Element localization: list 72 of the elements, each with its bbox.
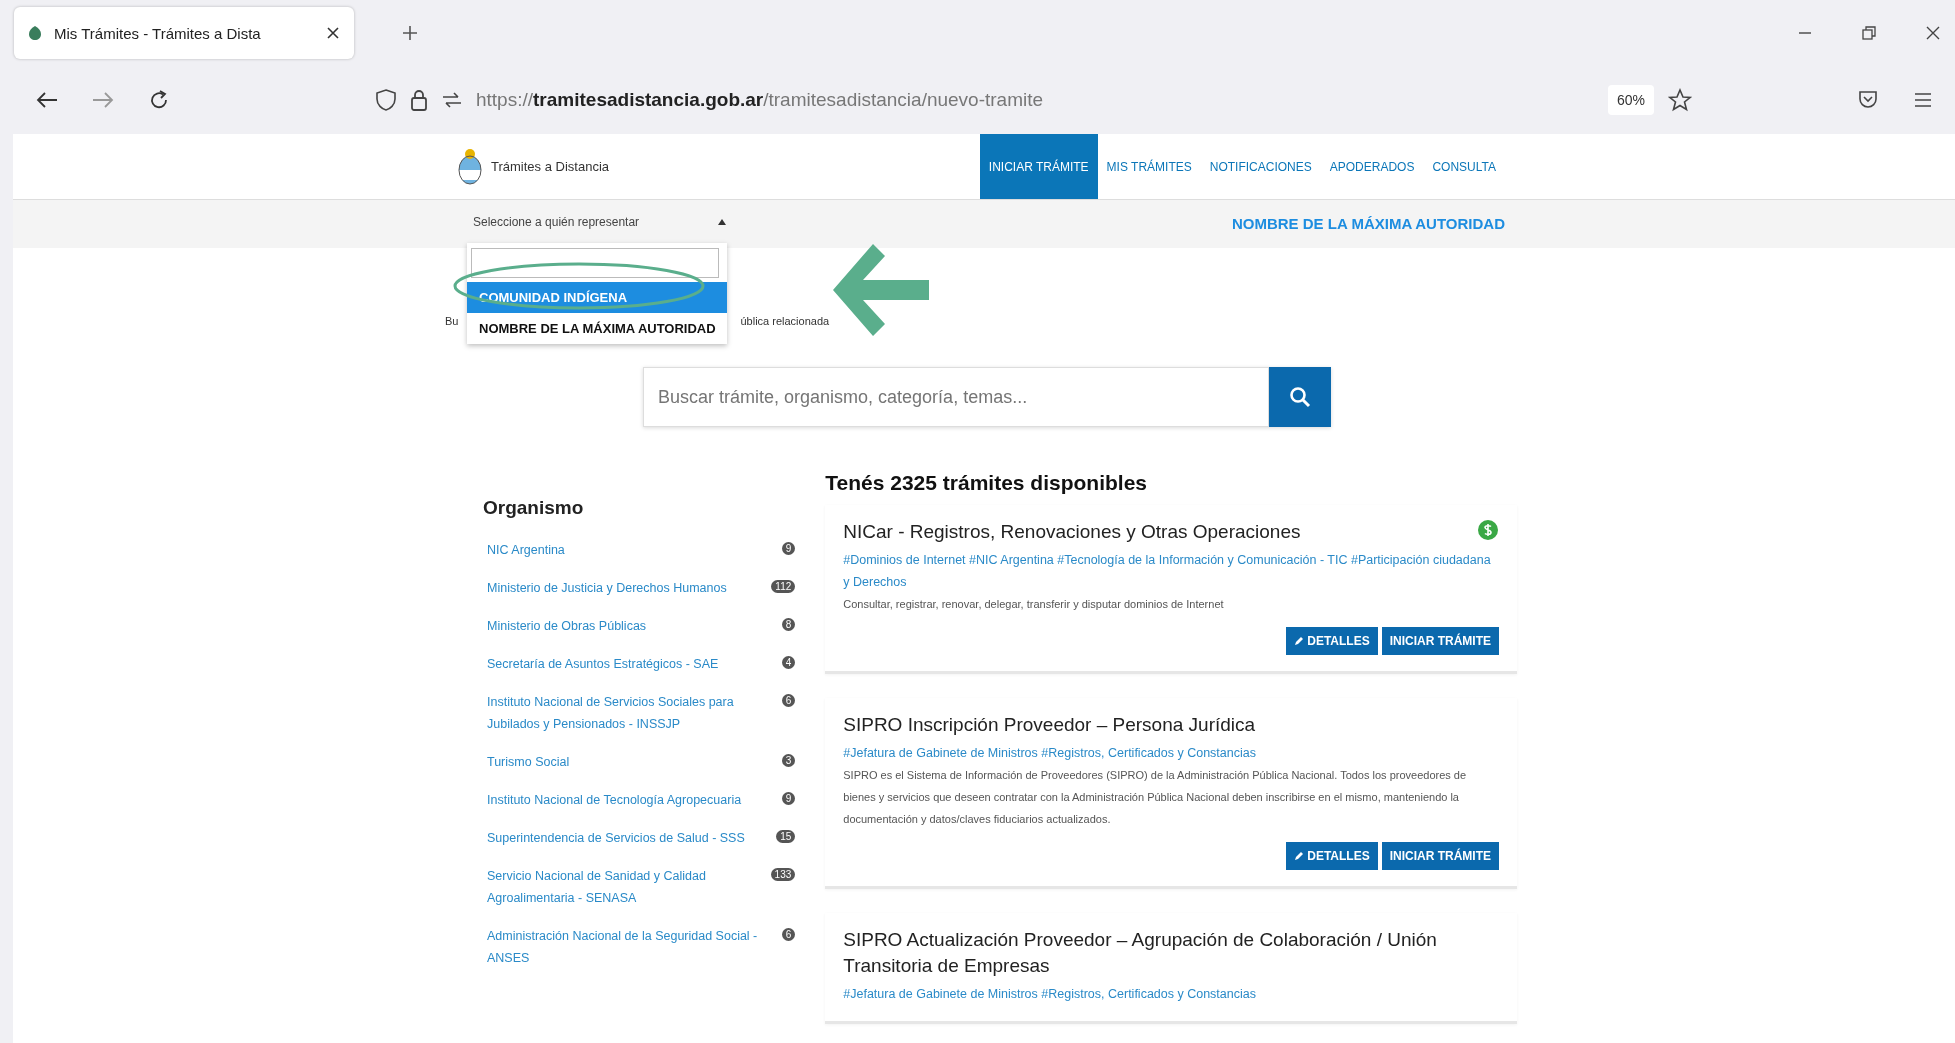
count-badge: 4 <box>781 656 796 669</box>
close-icon[interactable] <box>1925 25 1941 41</box>
covered-text: Bu <box>445 315 459 327</box>
filter-link[interactable]: Ministerio de Obras Públicas <box>487 615 647 637</box>
filter-heading: Organismo <box>483 497 585 519</box>
browser-tab[interactable]: Mis Trámites - Trámites a Dista <box>14 7 354 59</box>
details-button[interactable]: DETALLES <box>1286 627 1378 655</box>
count-badge: 9 <box>781 542 796 555</box>
count-badge: 133 <box>770 868 796 881</box>
tab-title: Mis Trámites - Trámites a Dista <box>54 24 262 42</box>
nav-link[interactable]: APODERADOS <box>1320 134 1424 199</box>
start-button[interactable]: INICIAR TRÁMITE <box>1381 842 1499 870</box>
nav-link[interactable]: INICIAR TRÁMITE <box>979 134 1098 199</box>
start-button[interactable]: INICIAR TRÁMITE <box>1381 627 1499 655</box>
site-name[interactable]: Trámites a Distancia <box>491 159 609 174</box>
coat-of-arms-logo-icon[interactable] <box>457 146 483 187</box>
dropdown-option[interactable]: NOMBRE DE LA MÁXIMA AUTORIDAD <box>467 313 727 344</box>
filter-link[interactable]: Secretaría de Asuntos Estratégicos - SAE <box>487 653 719 675</box>
filter-link[interactable]: Servicio Nacional de Sanidad y Calidad Agroalimentaria - SENASA <box>487 865 751 909</box>
filter-link[interactable]: Instituto Nacional de Tecnología Agropecuaria <box>487 789 742 811</box>
tag-links[interactable]: #Jefatura de Gabinete de Ministros #Registros, Certificados y Constancias <box>843 742 1499 764</box>
count-badge: 3 <box>781 754 796 767</box>
filter-link[interactable]: Instituto Nacional de Servicios Sociales para Jubilados y Pensionados - INSSJP <box>487 691 762 735</box>
count-badge: 9 <box>781 792 796 805</box>
tag-links[interactable]: #Jefatura de Gabinete de Ministros #Registros, Certificados y Constancias <box>843 983 1499 1005</box>
caret-icon[interactable] <box>717 218 727 226</box>
card-title[interactable]: NICar - Registros, Renovaciones y Otras Operaciones <box>843 519 1301 545</box>
pencil-icon <box>1294 636 1305 646</box>
representation-select[interactable]: Seleccione a quién representar <box>473 215 733 229</box>
filter-link[interactable]: NIC Argentina <box>487 539 565 561</box>
zoom-level-badge[interactable]: 60% <box>1607 85 1654 115</box>
count-badge: 8 <box>781 618 796 631</box>
search-field[interactable]: Buscar trámite, organismo, categoría, temas... <box>643 367 1269 427</box>
search-icon <box>1289 386 1311 408</box>
filter-link[interactable]: Administración Nacional de la Seguridad Social - ANSES <box>487 925 762 969</box>
padlock-icon[interactable] <box>410 89 428 111</box>
back-arrow-icon[interactable] <box>36 91 58 109</box>
restore-icon[interactable] <box>1861 25 1877 41</box>
tag-links[interactable]: #Dominios de Internet #NIC Argentina #Tecnología de la Información y Comunicación - TIC #Participación ciudadana y Derechos <box>843 549 1499 593</box>
nav-link[interactable]: MIS TRÁMITES <box>1097 134 1201 199</box>
reload-icon[interactable] <box>148 89 170 111</box>
star-bookmark-icon[interactable] <box>1668 88 1692 112</box>
card-title[interactable]: SIPRO Inscripción Proveedor – Persona Jurídica <box>843 712 1256 738</box>
search-button[interactable] <box>1269 367 1331 427</box>
covered-text: ública relacionada <box>740 315 830 327</box>
description: Consultar, registrar, renovar, delegar, transferir y disputar dominios de Internet <box>843 597 1225 612</box>
represented-name[interactable]: NOMBRE DE LA MÁXIMA AUTORIDAD <box>1231 215 1505 232</box>
menu-icon[interactable] <box>1913 91 1933 109</box>
nav-link[interactable]: CONSULTA <box>1423 134 1505 199</box>
count-badge: 6 <box>781 694 796 707</box>
shield-icon[interactable] <box>376 89 396 111</box>
new-tab-plus-icon[interactable] <box>402 25 418 41</box>
dropdown-option[interactable]: COMUNIDAD INDÍGENA <box>467 282 727 313</box>
url-text[interactable]: https://tramitesadistancia.gob.ar/tramitesadistancia/nuevo-tramite <box>476 89 1594 111</box>
count-badge: 15 <box>776 830 796 843</box>
card-title[interactable]: SIPRO Actualización Proveedor – Agrupación de Colaboración / Unión Transitoria de Empresas <box>843 927 1499 979</box>
dropdown-search-field[interactable] <box>471 248 719 278</box>
results-heading: Tenés 2325 trámites disponibles <box>825 471 1148 495</box>
permissions-icon[interactable] <box>442 92 462 108</box>
details-button[interactable]: DETALLES <box>1286 842 1378 870</box>
address-bar[interactable]: https://tramitesadistancia.gob.ar/tramitesadistancia/nuevo-tramite 60% <box>364 77 1704 123</box>
pencil-icon <box>1294 851 1305 861</box>
pocket-icon[interactable] <box>1857 89 1879 111</box>
filter-link[interactable]: Turismo Social <box>487 751 570 773</box>
description: SIPRO es el Sistema de Información de Proveedores (SIPRO) de la Administración Pública Nacional. Todos los proveedores de bienes y servicios que deseen contratar con la Administración Pública Nacional deben inscribirse en el mismo, manteniendo la documentación y datos/claves fiduciarios actualizados. <box>843 768 1468 827</box>
arrow-icon <box>833 244 929 336</box>
count-badge: 112 <box>771 580 796 593</box>
count-badge: 6 <box>781 928 796 941</box>
filter-link[interactable]: Superintendencia de Servicios de Salud - SSS <box>487 827 745 849</box>
close-icon[interactable] <box>326 26 340 40</box>
filter-link[interactable]: Ministerio de Justicia y Derechos Humanos <box>487 577 727 599</box>
nav-link[interactable]: NOTIFICACIONES <box>1200 134 1321 199</box>
